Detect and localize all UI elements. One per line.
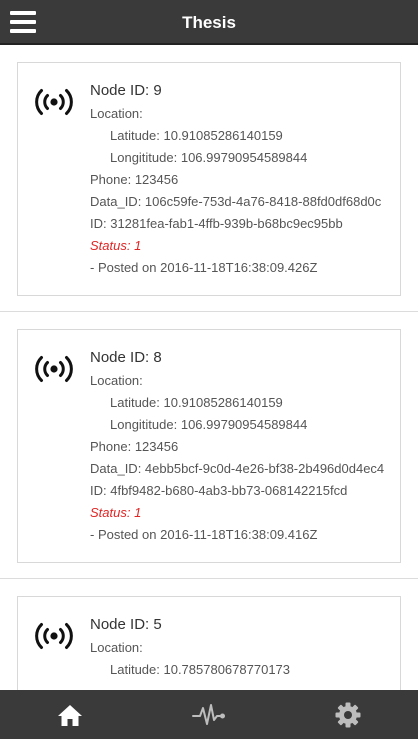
nav-home-button[interactable] <box>0 690 139 739</box>
list-item[interactable]: Node ID: 5 Location: Latitude: 10.785780… <box>0 579 418 690</box>
record-id: ID: 4fbf9482-b680-4ab3-bb73-068142215fcd <box>90 483 348 498</box>
node-info: Node ID: 8 Location: Latitude: 10.910852… <box>90 348 388 546</box>
list-item[interactable]: Node ID: 9 Location: Latitude: 10.910852… <box>0 45 418 312</box>
node-list[interactable]: Node ID: 9 Location: Latitude: 10.910852… <box>0 45 418 690</box>
record-id: ID: 31281fea-fab1-4ffb-939b-b68bc9ec95bb <box>90 216 343 231</box>
location-label: Location: <box>90 640 143 655</box>
latitude: Latitude: 10.91085286140159 <box>110 395 283 410</box>
page-title: Thesis <box>182 13 236 32</box>
node-card[interactable]: Node ID: 9 Location: Latitude: 10.910852… <box>17 62 401 296</box>
longitude: Longititude: 106.99790954589844 <box>110 150 308 165</box>
posted-timestamp: - Posted on 2016-11-18T16:38:09.426Z <box>90 260 318 275</box>
home-icon <box>57 704 82 726</box>
latitude: Latitude: 10.785780678770173 <box>110 662 291 677</box>
node-id: Node ID: 9 <box>90 82 162 99</box>
node-card[interactable]: Node ID: 8 Location: Latitude: 10.910852… <box>17 329 401 563</box>
latitude: Latitude: 10.91085286140159 <box>110 128 283 143</box>
wireless-signal-icon <box>35 623 73 649</box>
data-id: Data_ID: 4ebb5bcf-9c0d-4e26-bf38-2b496d0… <box>90 461 385 476</box>
app-screen: Thesis Node ID: 9 Location: Latitude: 10… <box>0 0 418 739</box>
node-id: Node ID: 8 <box>90 349 162 366</box>
posted-timestamp: - Posted on 2016-11-18T16:38:09.416Z <box>90 527 318 542</box>
wireless-signal-icon <box>35 89 73 115</box>
phone: Phone: 123456 <box>90 439 179 454</box>
node-id: Node ID: 5 <box>90 616 162 633</box>
longitude: Longititude: 106.99790954589844 <box>110 417 308 432</box>
status-text: Status: 1 <box>90 238 142 253</box>
node-info: Node ID: 5 Location: Latitude: 10.785780… <box>90 615 388 681</box>
node-card[interactable]: Node ID: 5 Location: Latitude: 10.785780… <box>17 596 401 690</box>
status-text: Status: 1 <box>90 505 142 520</box>
nav-settings-button[interactable] <box>279 690 418 739</box>
data-id: Data_ID: 106c59fe-753d-4a76-8418-88fd0df… <box>90 194 382 209</box>
node-info: Node ID: 9 Location: Latitude: 10.910852… <box>90 81 388 279</box>
bottom-nav <box>0 690 418 739</box>
activity-pulse-icon <box>191 703 225 725</box>
location-label: Location: <box>90 106 143 121</box>
phone: Phone: 123456 <box>90 172 179 187</box>
nav-activity-button[interactable] <box>139 690 278 739</box>
gear-icon <box>335 702 361 727</box>
location-label: Location: <box>90 373 143 388</box>
list-item[interactable]: Node ID: 8 Location: Latitude: 10.910852… <box>0 312 418 579</box>
wireless-signal-icon <box>35 356 73 382</box>
header-bar: Thesis <box>0 0 418 45</box>
